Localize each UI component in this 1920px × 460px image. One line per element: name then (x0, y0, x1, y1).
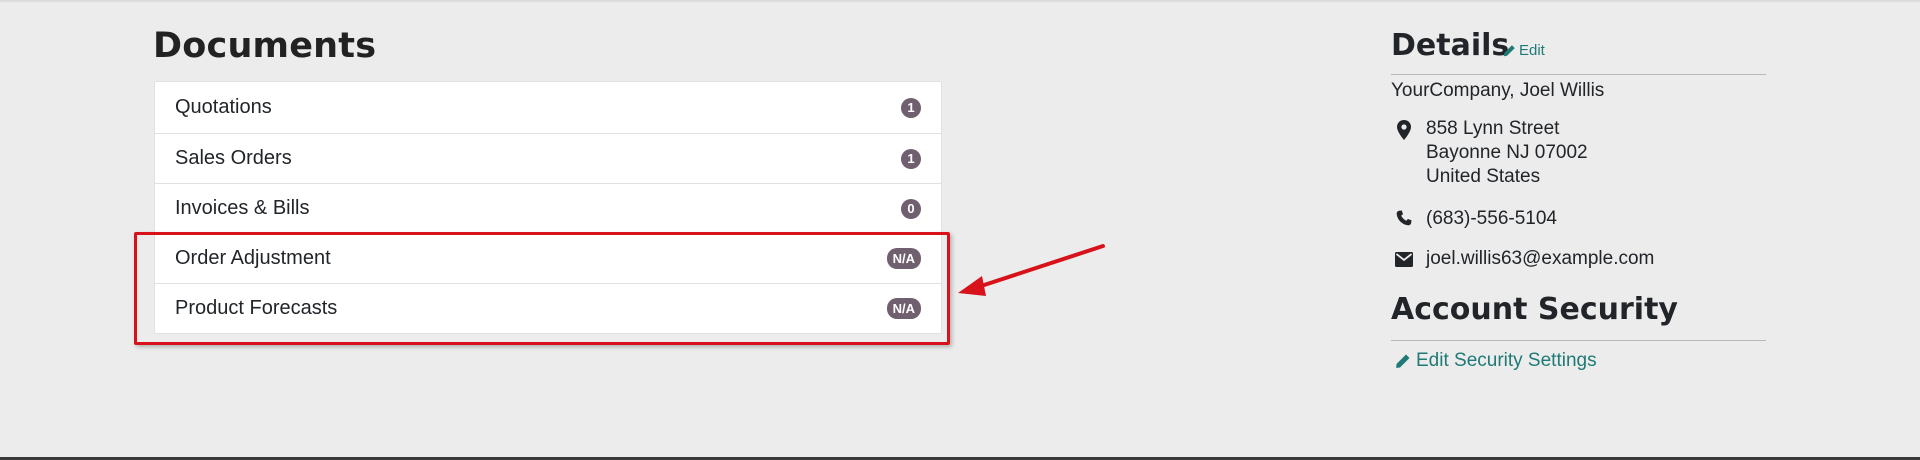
count-badge: 0 (901, 198, 921, 219)
security-divider (1391, 340, 1766, 341)
phone-icon (1396, 210, 1412, 226)
count-badge: 1 (901, 148, 921, 169)
edit-security-label: Edit Security Settings (1416, 350, 1597, 371)
phone-number: (683)-556-5104 (1426, 208, 1557, 229)
doc-item-invoices-bills[interactable]: Invoices & Bills 0 (155, 183, 941, 233)
top-shadow (0, 0, 1920, 3)
address-line: United States (1426, 166, 1541, 187)
address-line: 858 Lynn Street (1426, 118, 1560, 139)
doc-item-label: Quotations (175, 96, 272, 118)
pencil-icon (1396, 354, 1410, 368)
address-line: Bayonne NJ 07002 (1426, 142, 1588, 163)
details-divider (1391, 74, 1766, 75)
email-address: joel.willis63@example.com (1426, 248, 1655, 269)
count-badge: 1 (901, 97, 921, 118)
address: 858 Lynn Street Bayonne NJ 07002 United … (1426, 117, 1588, 189)
annotation-highlight-box (134, 232, 950, 345)
edit-label: Edit (1519, 42, 1545, 59)
documents-title: Documents (153, 26, 377, 66)
doc-item-sales-orders[interactable]: Sales Orders 1 (155, 133, 941, 183)
annotation-arrow-icon (958, 244, 1105, 296)
edit-details-link[interactable]: Edit (1503, 42, 1545, 59)
account-security-title: Account Security (1391, 292, 1678, 327)
company-name: YourCompany, Joel Willis (1391, 80, 1605, 101)
pencil-icon (1503, 45, 1515, 57)
doc-item-label: Sales Orders (175, 147, 292, 169)
map-marker-icon (1397, 120, 1411, 140)
details-title: Details (1391, 28, 1510, 63)
doc-item-label: Invoices & Bills (175, 197, 310, 219)
envelope-icon (1395, 252, 1413, 267)
edit-security-settings-link[interactable]: Edit Security Settings (1395, 350, 1597, 372)
doc-item-quotations[interactable]: Quotations 1 (155, 82, 941, 133)
